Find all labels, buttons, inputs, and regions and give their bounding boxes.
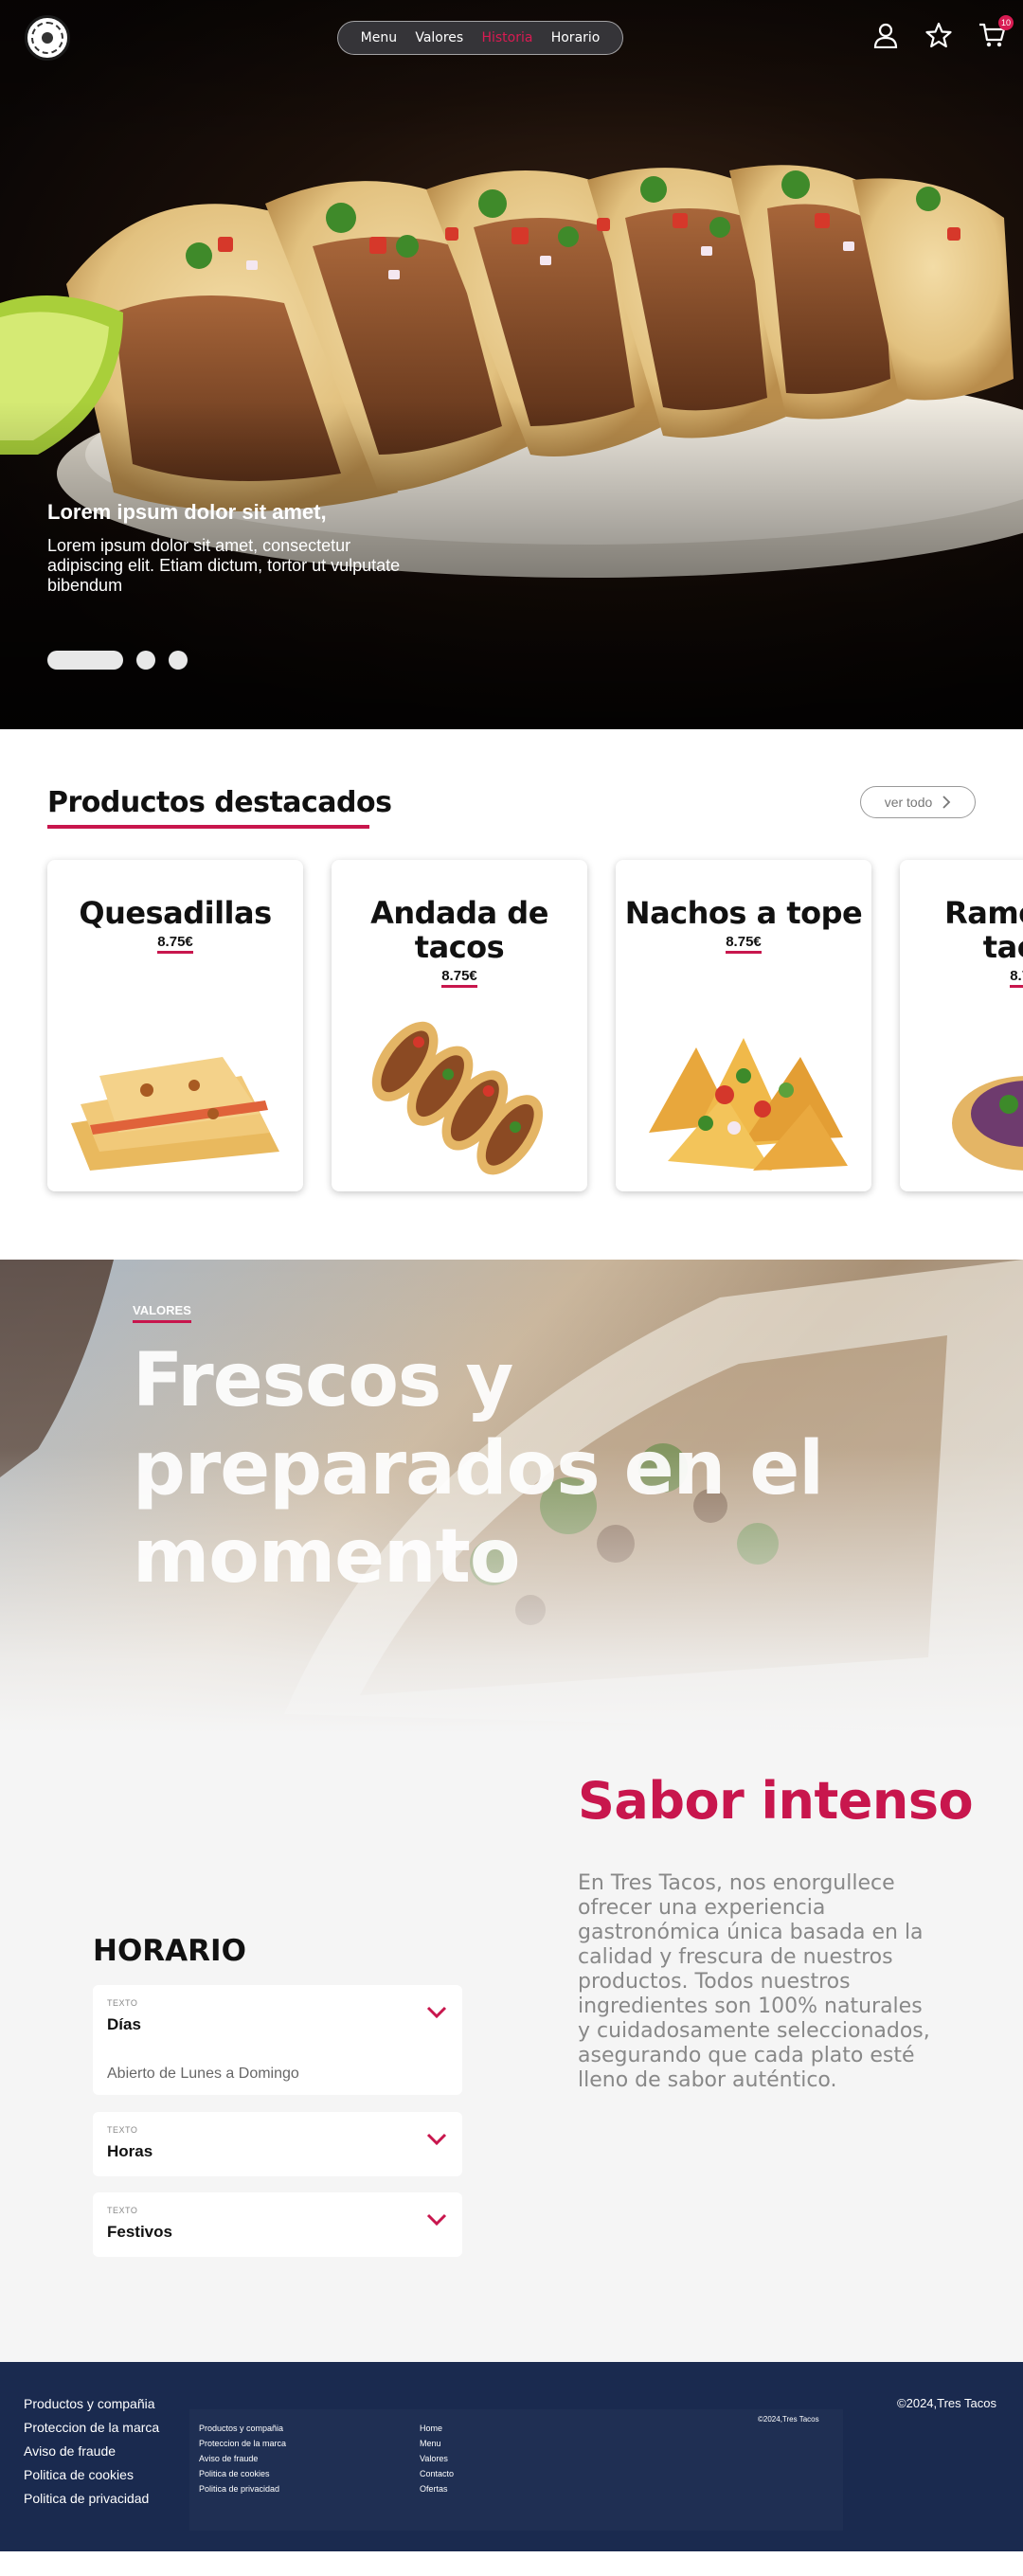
valores-heading: Frescos y preparados en el momento [133,1338,824,1600]
footer-link[interactable]: Productos y compañia [199,2421,286,2436]
product-card[interactable]: Ramen de tacos 8.75€ [900,860,1023,1191]
tres-tacos-logo[interactable] [25,15,70,61]
hero-copy: Lorem ipsum dolor sit amet, Lorem ipsum … [47,500,426,596]
carousel-dot[interactable] [169,651,188,670]
cart-count-badge: 10 [998,15,1014,30]
sabor-title: Sabor intenso [578,1771,974,1831]
footer-link[interactable]: Productos y compañia [24,2392,159,2416]
see-all-label: ver todo [884,795,933,810]
product-name: Nachos a tope [624,895,863,931]
chevron-down-icon[interactable] [426,2006,447,2019]
accordion-title: Días [107,2015,141,2033]
info-section: Sabor intenso En Tres Tacos, nos enorgul… [0,1733,1023,2362]
top-navigation: Menu Valores Historia Horario 10 [0,0,1023,76]
footer-copyright-small: ©2024,Tres Tacos [758,2415,819,2424]
accordion-dias[interactable]: TEXTO Días Abierto de Lunes a Domingo [93,1985,462,2095]
footer-link[interactable]: Proteccion de la marca [24,2416,159,2440]
footer-links-main: Productos y compañia Proteccion de la ma… [24,2392,159,2511]
hero-overlay [0,0,1023,729]
cart-icon[interactable]: 10 [978,15,1014,49]
product-name: Andada de tacos [370,895,548,965]
footer-copyright: ©2024,Tres Tacos [897,2396,996,2410]
footer-link[interactable]: Politica de cookies [199,2466,286,2481]
quesadilla-image [71,1057,279,1171]
product-price: 8.75€ [900,968,1023,988]
price-value: 8.75€ [441,968,477,988]
nav-link-menu[interactable]: Menu [361,30,397,45]
nav-link-horario[interactable]: Horario [551,30,601,45]
accordion-festivos[interactable]: TEXTO Festivos [93,2192,462,2257]
footer-link[interactable]: Politica de privacidad [199,2481,286,2496]
footer-link[interactable]: Valores [420,2451,454,2466]
product-carousel: Quesadillas 8.75€ Andada de tacos 8.75€ [47,860,1023,1191]
chevron-right-icon [942,796,951,809]
sabor-description: En Tres Tacos, nos enorgullece ofrecer u… [578,1871,930,2092]
price-value: 8.75€ [726,934,762,954]
carousel-indicators [47,651,188,670]
accordion-label: TEXTO [107,2125,138,2135]
valores-tag: VALORES [133,1303,191,1317]
nachos-image [649,1038,848,1171]
price-value: 8.75€ [157,934,193,954]
accordion-body: Abierto de Lunes a Domingo [107,2066,299,2082]
chevron-down-icon[interactable] [426,2133,447,2146]
user-icon[interactable] [871,21,900,49]
featured-products: Productos destacados ver todo Quesadilla… [0,729,1023,1260]
main-nav: Menu Valores Historia Horario [337,21,623,55]
horario-title: HORARIO [93,1934,246,1968]
footer-link[interactable]: Aviso de fraude [24,2440,159,2463]
chevron-down-icon[interactable] [426,2213,447,2227]
header-actions: 10 [871,15,1014,49]
footer-link[interactable]: Menu [420,2436,454,2451]
tacos-image [371,1021,544,1175]
title-underline [47,825,369,829]
carousel-dot[interactable] [136,651,155,670]
hero-banner: Menu Valores Historia Horario 10 Lorem i… [0,0,1023,729]
hero-text: Lorem ipsum dolor sit amet, consectetur … [47,536,401,595]
carousel-dot-active[interactable] [47,651,123,670]
footer-link[interactable]: Proteccion de la marca [199,2436,286,2451]
product-card[interactable]: Quesadillas 8.75€ [47,860,303,1191]
ramen-image [952,1076,1023,1171]
logo-center [42,32,53,44]
accordion-label: TEXTO [107,1998,138,2008]
see-all-button[interactable]: ver todo [860,786,976,818]
product-price: 8.75€ [47,934,303,954]
footer-link[interactable]: Politica de privacidad [24,2487,159,2511]
price-value: 8.75€ [1010,968,1023,988]
accordion-title: Horas [107,2142,153,2160]
logo-seal [31,22,63,54]
star-icon[interactable] [924,21,953,49]
footer-panel [189,2409,843,2531]
featured-products-title: Productos destacados [47,786,392,819]
product-name: Ramen de tacos [944,895,1023,965]
product-name: Quesadillas [79,895,272,931]
footer-link[interactable]: Aviso de fraude [199,2451,286,2466]
hero-title: Lorem ipsum dolor sit amet, [47,500,327,524]
site-footer: Productos y compañia Proteccion de la ma… [0,2362,1023,2551]
footer-link[interactable]: Contacto [420,2466,454,2481]
footer-link[interactable]: Home [420,2421,454,2436]
nav-link-valores[interactable]: Valores [415,30,463,45]
product-price: 8.75€ [332,968,587,988]
product-card[interactable]: Andada de tacos 8.75€ [332,860,587,1191]
accordion-horas[interactable]: TEXTO Horas [93,2112,462,2176]
footer-link[interactable]: Ofertas [420,2481,454,2496]
footer-link[interactable]: Politica de cookies [24,2463,159,2487]
accordion-title: Festivos [107,2223,172,2241]
accordion-label: TEXTO [107,2206,138,2215]
tag-underline [133,1320,191,1323]
valores-section: VALORES Frescos y preparados en el momen… [0,1260,1023,1733]
nav-link-historia[interactable]: Historia [481,30,532,45]
product-card[interactable]: Nachos a tope 8.75€ [616,860,871,1191]
product-price: 8.75€ [616,934,871,954]
footer-links-site: Home Menu Valores Contacto Ofertas [420,2421,454,2496]
footer-links-legal: Productos y compañia Proteccion de la ma… [199,2421,286,2496]
